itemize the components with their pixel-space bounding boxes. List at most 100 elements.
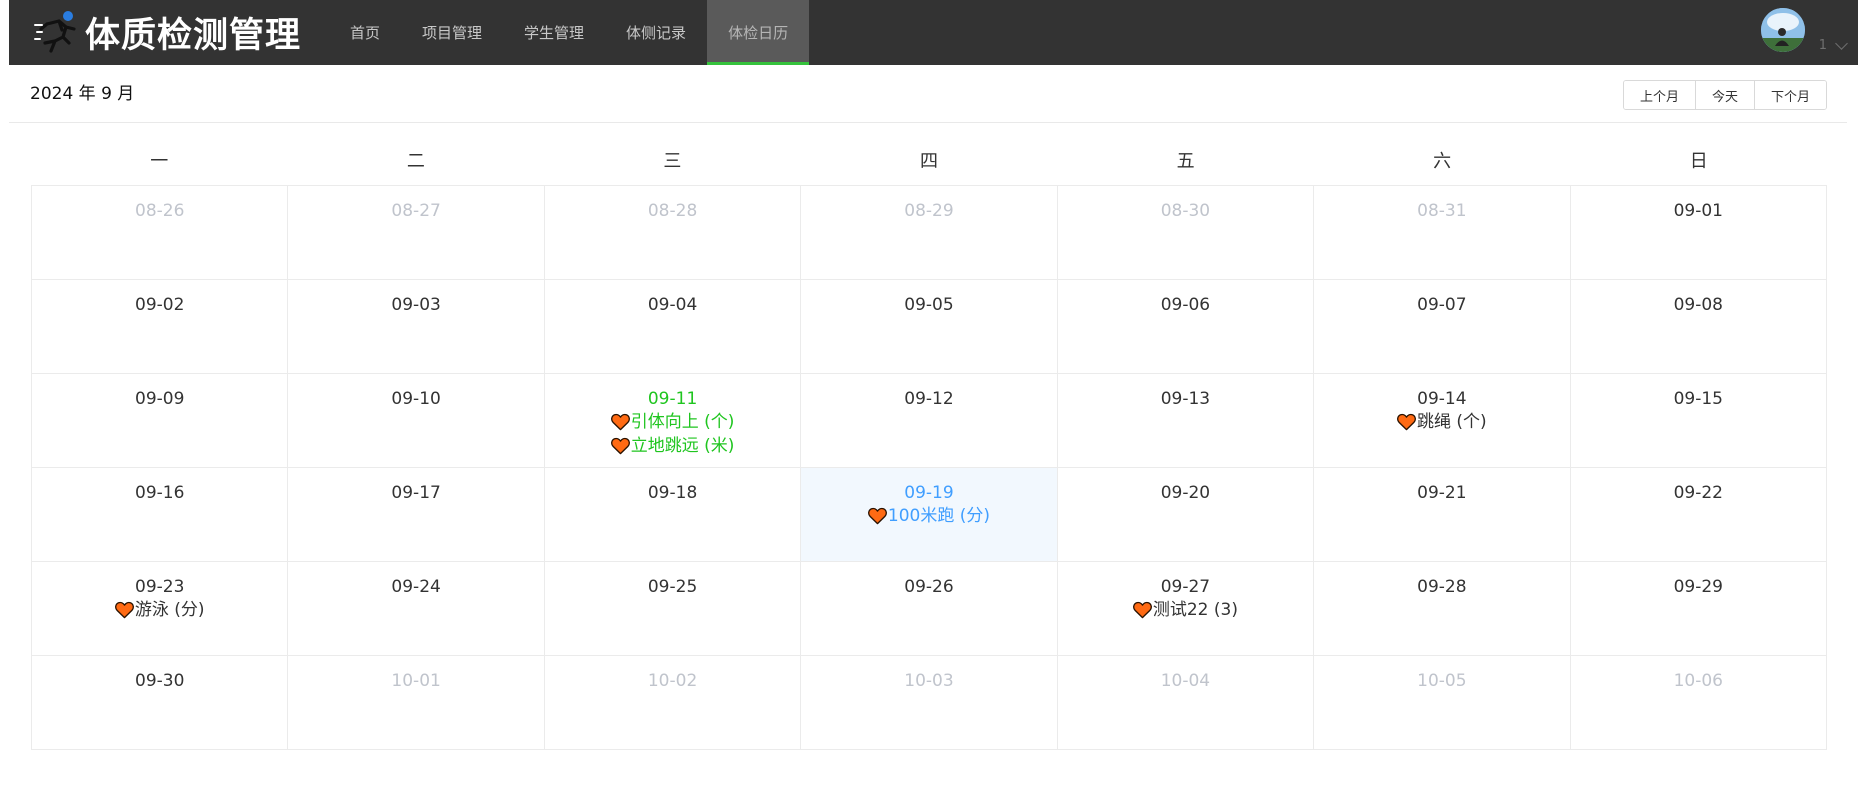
calendar-day-cell[interactable]: 10-01 [288,656,545,750]
calendar-day-cell[interactable]: 09-29 [1570,562,1827,656]
calendar-event[interactable]: 跳绳 (个) [1314,411,1569,433]
weekday-label: 一 [150,151,169,172]
day-date: 09-18 [647,483,698,503]
day-date: 09-20 [1160,483,1211,503]
nav-item-records[interactable]: 体侧记录 [605,0,707,65]
nav-item-students[interactable]: 学生管理 [503,0,605,65]
prev-month-button[interactable]: 上个月 [1623,81,1695,109]
day-date: 10-05 [1417,671,1467,691]
day-date: 10-04 [1160,671,1211,691]
calendar-day-cell[interactable]: 09-28 [1314,562,1571,656]
day-date: 09-23 [135,577,185,597]
calendar-day-cell[interactable]: 09-12 [801,374,1058,468]
event-label: 跳绳 (个) [1417,412,1487,432]
nav-item-projects[interactable]: 项目管理 [401,0,503,65]
day-date: 09-01 [1673,201,1723,221]
calendar-toolbar: 2024 年 9 月 上个月 今天 下个月 [9,65,1847,123]
day-date: 09-04 [647,295,698,315]
day-date: 08-28 [647,201,698,221]
day-date: 09-07 [1417,295,1467,315]
next-month-button[interactable]: 下个月 [1753,81,1826,109]
calendar-event[interactable]: 100米跑 (分) [801,505,1056,527]
calendar-day-cell[interactable]: 09-18 [544,468,802,562]
calendar-day-cell[interactable]: 09-25 [544,562,802,656]
calendar-day-cell[interactable]: 10-05 [1314,656,1571,750]
calendar-day-cell[interactable]: 09-23 游泳 (分) [32,562,289,656]
calendar-day-cell[interactable]: 09-17 [288,468,545,562]
calendar-day-cell[interactable]: 09-15 [1570,374,1827,468]
calendar-day-cell[interactable]: 08-29 [801,186,1058,280]
calendar-day-cell[interactable]: 09-22 [1570,468,1827,562]
chevron-down-icon[interactable] [1835,36,1848,50]
month-title: 2024 年 9 月 [30,84,135,104]
day-date: 09-08 [1673,295,1723,315]
day-date: 09-19 [904,483,954,503]
calendar-day-cell[interactable]: 09-07 [1314,280,1571,374]
weekday-label: 日 [1689,151,1708,172]
calendar-day-cell[interactable]: 10-03 [801,656,1058,750]
day-date: 09-21 [1417,483,1467,503]
calendar-day-cell[interactable]: 09-03 [288,280,545,374]
calendar-day-cell[interactable]: 08-30 [1057,186,1315,280]
today-button[interactable]: 今天 [1694,81,1754,109]
day-date: 09-25 [647,577,698,597]
calendar-day-cell[interactable]: 09-10 [288,374,545,468]
calendar-day-cell[interactable]: 09-16 [32,468,289,562]
calendar-event[interactable]: 立地跳远 (米) [545,435,800,457]
calendar-day-cell[interactable]: 08-27 [288,186,545,280]
weekday-label: 二 [406,151,425,172]
day-date: 09-14 [1417,389,1467,409]
calendar-day-cell[interactable]: 09-02 [32,280,289,374]
calendar-day-cell[interactable]: 10-04 [1057,656,1315,750]
month-calendar: 一 二 三 四 五 六 日 08-26 08-27 08-28 08-29 08-30 0… [31,138,1827,750]
day-date: 09-29 [1673,577,1723,597]
avatar[interactable] [1760,8,1805,52]
calendar-day-cell[interactable]: 09-05 [801,280,1058,374]
calendar-event[interactable]: 测试22 (3) [1058,599,1313,621]
day-date: 09-24 [391,577,441,597]
day-date: 10-06 [1673,671,1723,691]
brand[interactable]: 体质检测管理 [33,9,301,56]
day-date: 09-11 [647,389,698,409]
day-date: 09-16 [135,483,185,503]
calendar-day-cell[interactable]: 09-26 [801,562,1058,656]
day-date: 08-27 [391,201,441,221]
calendar-day-cell[interactable]: 08-26 [32,186,289,280]
calendar-day-cell[interactable]: 09-11 引体向上 (个) 立地跳远 (米) [544,374,802,468]
main-nav: 首页 项目管理 学生管理 体侧记录 体检日历 [329,0,810,65]
day-date: 08-26 [135,201,185,221]
day-date: 09-05 [904,295,954,315]
day-date: 09-09 [135,389,185,409]
day-date: 09-02 [135,295,185,315]
calendar-day-cell[interactable]: 10-06 [1570,656,1827,750]
heart-icon [1132,601,1152,619]
calendar-day-cell[interactable]: 09-01 [1570,186,1827,280]
day-date: 08-30 [1160,201,1211,221]
calendar-day-cell[interactable]: 09-24 [288,562,545,656]
day-date: 09-15 [1673,389,1723,409]
event-label: 引体向上 (个) [630,412,735,432]
calendar-day-cell[interactable]: 09-27 测试22 (3) [1057,562,1315,656]
calendar-event[interactable]: 游泳 (分) [32,599,287,621]
calendar-event[interactable]: 引体向上 (个) [545,411,800,433]
calendar-day-cell[interactable]: 09-19 100米跑 (分) [801,468,1058,562]
day-date: 09-06 [1160,295,1211,315]
calendar-day-cell[interactable]: 09-30 [32,656,289,750]
user-menu[interactable]: 1 [1760,8,1848,58]
calendar-day-cell[interactable]: 08-28 [544,186,802,280]
calendar-day-cell[interactable]: 09-09 [32,374,289,468]
weekday-label: 三 [663,151,682,172]
calendar-day-cell[interactable]: 09-14 跳绳 (个) [1314,374,1571,468]
weekday-header: 一 二 三 四 五 六 日 [31,138,1827,185]
nav-item-home[interactable]: 首页 [329,0,401,65]
nav-item-calendar[interactable]: 体检日历 [707,0,810,65]
calendar-day-cell[interactable]: 09-08 [1570,280,1827,374]
calendar-day-cell[interactable]: 10-02 [544,656,802,750]
calendar-day-cell[interactable]: 09-13 [1057,374,1315,468]
calendar-day-cell[interactable]: 08-31 [1314,186,1571,280]
calendar-day-cell[interactable]: 09-06 [1057,280,1315,374]
calendar-day-cell[interactable]: 09-20 [1057,468,1315,562]
calendar-day-cell[interactable]: 09-04 [544,280,802,374]
user-name: 1 [1818,38,1827,53]
calendar-day-cell[interactable]: 09-21 [1314,468,1571,562]
